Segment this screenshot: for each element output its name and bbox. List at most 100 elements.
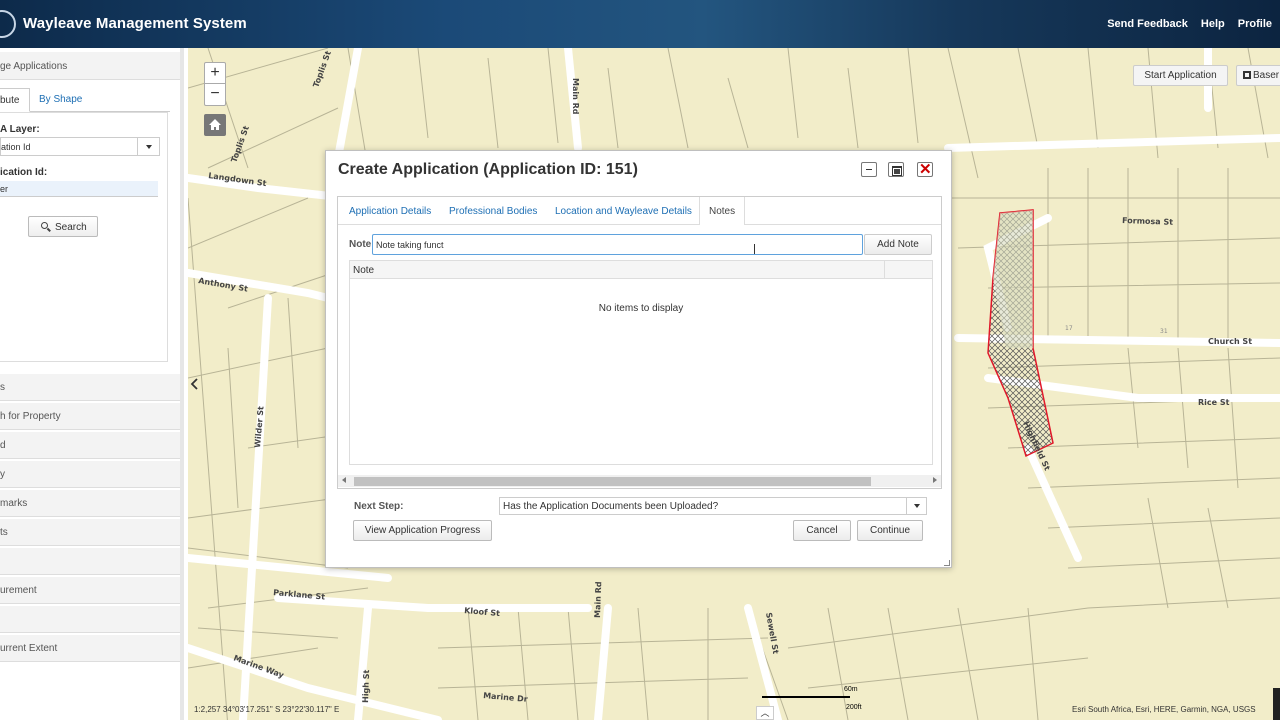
sidebar-tabs: bute By Shape — [0, 88, 170, 112]
sidebar-item-bookmarks[interactable]: marks — [0, 490, 180, 517]
sidebar-item-label: d — [0, 440, 6, 451]
sidebar-item[interactable]: s — [0, 374, 180, 401]
chevron-down-icon[interactable] — [137, 138, 159, 155]
home-button[interactable] — [204, 114, 226, 136]
map-attribution: Esri South Africa, Esri, HERE, Garmin, N… — [1072, 705, 1256, 714]
scale-imperial: 200ft — [846, 704, 862, 711]
layer-select-value: ation Id — [1, 142, 31, 152]
minimize-button[interactable] — [861, 162, 877, 177]
next-step-label: Next Step: — [354, 501, 404, 512]
lot-number: 31 — [1160, 328, 1168, 335]
column-header-note[interactable]: Note — [353, 265, 374, 276]
chevron-up-icon[interactable]: ︿ — [756, 706, 774, 720]
basemap-label: Baser — [1253, 70, 1280, 81]
text-cursor-icon — [754, 244, 755, 254]
tab-by-attribute[interactable]: bute — [0, 88, 30, 112]
maximize-button[interactable] — [888, 162, 904, 177]
scale-bar: 60m 200ft — [762, 686, 862, 711]
sidebar-item[interactable]: d — [0, 432, 180, 459]
collapse-sidebar-icon[interactable] — [190, 377, 202, 393]
profile-link[interactable]: Profile — [1238, 18, 1272, 30]
street-label: Main Rd — [571, 78, 580, 115]
street-label: Kloof St — [464, 606, 501, 618]
logo-icon — [0, 10, 16, 38]
send-feedback-link[interactable]: Send Feedback — [1107, 18, 1188, 30]
tab-notes[interactable]: Notes — [699, 197, 746, 225]
application-id-label: ication Id: — [0, 167, 48, 178]
search-button[interactable]: Search — [28, 216, 98, 237]
next-step-value: Has the Application Documents been Uploa… — [503, 501, 719, 512]
empty-message: No items to display — [598, 303, 684, 314]
scroll-left-icon[interactable] — [342, 477, 346, 483]
street-label: High St — [361, 669, 371, 703]
application-id-value: er — [0, 184, 9, 194]
sidebar-item-label: s — [0, 382, 5, 393]
sidebar-item-label: urrent Extent — [0, 643, 58, 654]
tab-by-shape[interactable]: By Shape — [39, 88, 82, 112]
scroll-right-icon[interactable] — [933, 477, 937, 483]
sidebar-panel-header[interactable]: ge Applications — [0, 52, 180, 80]
street-label: Formosa St — [1122, 216, 1173, 227]
close-icon: ✕ — [919, 161, 932, 178]
tab-professional-bodies[interactable]: Professional Bodies — [449, 206, 537, 217]
tab-application-details[interactable]: Application Details — [349, 206, 431, 217]
start-application-button[interactable]: Start Application — [1133, 65, 1228, 86]
app-header: Wayleave Management System Send Feedback… — [0, 0, 1280, 48]
app-title: Wayleave Management System — [23, 15, 247, 32]
zoom-in-button[interactable]: + — [205, 63, 225, 84]
street-label: Church St — [1208, 337, 1252, 346]
sidebar-item[interactable]: ts — [0, 519, 180, 546]
close-button[interactable]: ✕ — [917, 161, 933, 178]
note-input-value: Note taking funct — [376, 240, 444, 250]
column-header-blank — [884, 261, 932, 279]
resize-handle[interactable] — [944, 560, 950, 566]
search-button-label: Search — [55, 222, 87, 233]
dialog-title: Create Application (Application ID: 151) — [338, 161, 638, 178]
sidebar-item[interactable] — [0, 548, 180, 575]
map-edge-widget — [1273, 688, 1280, 720]
horizontal-scrollbar[interactable] — [338, 475, 941, 487]
zoom-out-button[interactable]: − — [205, 84, 225, 105]
notes-grid-header: Note — [350, 261, 932, 279]
help-link[interactable]: Help — [1201, 18, 1225, 30]
scale-metric: 60m — [844, 686, 858, 693]
application-id-input[interactable]: er — [0, 181, 158, 197]
sidebar-item-label: urement — [0, 585, 37, 596]
sidebar-search-form: A Layer: ation Id ication Id: er Search — [0, 112, 168, 362]
lot-number: 17 — [1065, 325, 1073, 332]
sidebar-item-label: h for Property — [0, 411, 61, 422]
street-label: Sewell St — [764, 612, 780, 655]
street-label: Wilder St — [253, 406, 266, 449]
tab-location-wayleave-details[interactable]: Location and Wayleave Details — [555, 206, 692, 217]
cancel-button[interactable]: Cancel — [793, 520, 851, 541]
grid-icon — [1243, 71, 1251, 79]
scrollbar-thumb[interactable] — [354, 477, 871, 486]
view-application-progress-button[interactable]: View Application Progress — [353, 520, 492, 541]
search-icon — [41, 222, 48, 229]
header-links: Send Feedback Help Profile — [1107, 18, 1272, 30]
layer-select[interactable]: ation Id — [0, 137, 160, 156]
street-label: Main Rd — [593, 581, 603, 618]
sidebar-item-current-extent[interactable]: urrent Extent — [0, 635, 180, 662]
sidebar-tool-list: s h for Property d y marks ts urement ur… — [0, 374, 180, 664]
continue-button[interactable]: Continue — [857, 520, 923, 541]
sidebar-item-measurement[interactable]: urement — [0, 577, 180, 604]
next-step-select[interactable]: Has the Application Documents been Uploa… — [499, 497, 927, 515]
chevron-down-icon[interactable] — [906, 498, 926, 514]
sidebar-item-label: y — [0, 469, 5, 480]
basemap-button[interactable]: Baser — [1236, 65, 1280, 86]
zoom-control: + − — [204, 62, 226, 106]
dialog-tab-panel: Application Details Professional Bodies … — [337, 196, 942, 489]
sidebar-item-label: ts — [0, 527, 8, 538]
street-label: Toplis St — [311, 50, 333, 89]
coordinate-readout: 1:2,257 34°03'17.251" S 23°22'30.117" E — [194, 705, 340, 714]
sidebar-item-search-property[interactable]: h for Property — [0, 403, 180, 430]
add-note-button[interactable]: Add Note — [864, 234, 932, 255]
sidebar-item[interactable] — [0, 606, 180, 633]
sidebar-item-label: marks — [0, 498, 28, 509]
sidebar-item[interactable]: y — [0, 461, 180, 488]
note-input[interactable]: Note taking funct — [372, 234, 863, 255]
home-icon — [209, 119, 221, 130]
left-sidebar: ge Applications bute By Shape A Layer: a… — [0, 48, 184, 720]
dialog-tabs: Application Details Professional Bodies … — [338, 197, 941, 225]
